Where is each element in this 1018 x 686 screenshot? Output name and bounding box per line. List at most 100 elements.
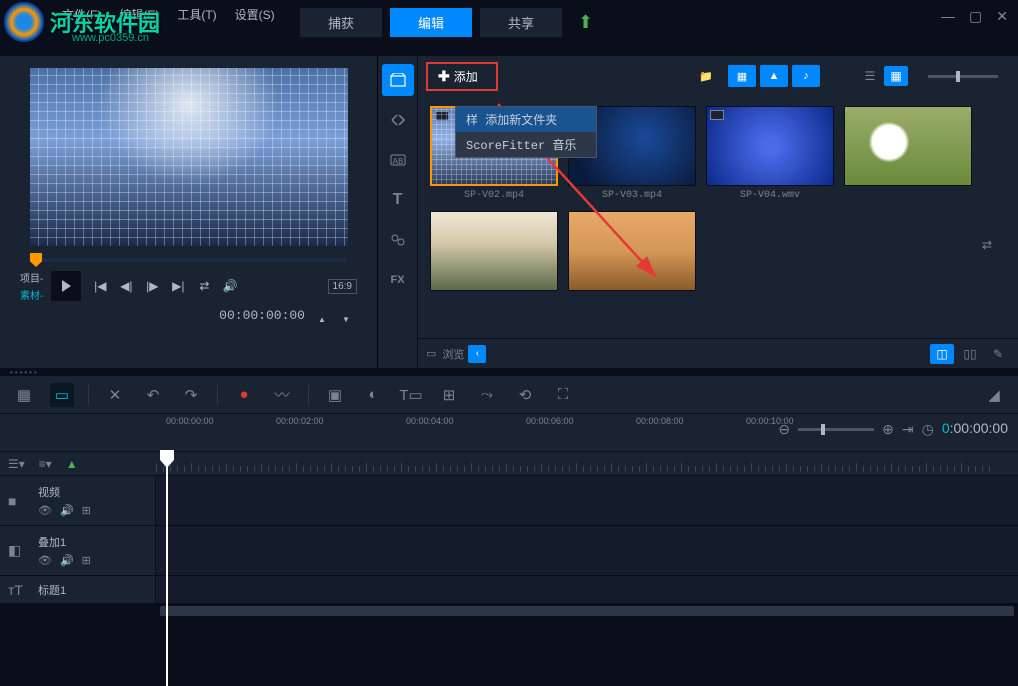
- browse-button[interactable]: ▭ 浏览: [426, 346, 464, 362]
- zoom-in-icon[interactable]: ⊕: [882, 421, 894, 438]
- menu-tools[interactable]: 工具(T): [177, 6, 216, 23]
- tool-6-icon[interactable]: ⟲: [513, 383, 537, 407]
- timeline-view-icon[interactable]: ▭: [50, 383, 74, 407]
- tool-1-icon[interactable]: ▣: [323, 383, 347, 407]
- panel-edit-icon[interactable]: ✎: [986, 344, 1010, 364]
- timecode-up-icon[interactable]: ▲: [311, 308, 333, 330]
- tick-marks: [156, 462, 1018, 472]
- track-header[interactable]: ■ 视频 👁 🔊 ⊞: [0, 476, 156, 525]
- goto-start-icon[interactable]: |◀: [89, 275, 111, 297]
- audio-mixer-icon[interactable]: 〰: [270, 383, 294, 407]
- timecode-down-icon[interactable]: ▼: [335, 308, 357, 330]
- scrubber-thumb-icon[interactable]: [30, 253, 42, 267]
- graphics-tab-icon[interactable]: [382, 224, 414, 256]
- timecode-display[interactable]: 00:00:00:00: [219, 308, 305, 330]
- minimize-icon[interactable]: —: [941, 8, 955, 25]
- dropdown-scorefitter[interactable]: ScoreFitter 音乐: [456, 132, 596, 157]
- media-tab-icon[interactable]: [382, 64, 414, 96]
- tab-capture[interactable]: 捕获: [300, 8, 382, 37]
- add-label: 添加: [454, 68, 478, 85]
- transitions-tab-icon[interactable]: [382, 104, 414, 136]
- next-frame-icon[interactable]: |▶: [141, 275, 163, 297]
- clock-icon[interactable]: ◷: [922, 421, 934, 438]
- filter-audio-icon[interactable]: ♪: [792, 65, 820, 87]
- add-button[interactable]: ✚ 添加: [426, 62, 498, 91]
- grid-view-icon[interactable]: ▦: [884, 66, 908, 86]
- tool-5-icon[interactable]: ⤳: [475, 383, 499, 407]
- track-audio-icon[interactable]: 🔊: [60, 504, 74, 517]
- tool-marker-icon[interactable]: ◢: [982, 383, 1006, 407]
- track-lock-icon[interactable]: ⊞: [82, 554, 91, 567]
- thumbnail-zoom-slider[interactable]: [928, 75, 998, 78]
- track-header[interactable]: ◧ 叠加1 👁 🔊 ⊞: [0, 526, 156, 575]
- storyboard-view-icon[interactable]: ▦: [12, 383, 36, 407]
- tab-share[interactable]: 共享: [480, 8, 562, 37]
- upload-icon[interactable]: ⬆: [578, 12, 593, 33]
- import-folder-icon[interactable]: 📁: [692, 65, 720, 87]
- material-label: 素材-: [20, 287, 43, 302]
- close-icon[interactable]: ✕: [996, 8, 1008, 25]
- panel-toggle-1-icon[interactable]: ◫: [930, 344, 954, 364]
- track-lane[interactable]: [156, 526, 1018, 575]
- tools-icon[interactable]: ✕: [103, 383, 127, 407]
- thumbnail-item[interactable]: SP-V04.wmv: [706, 106, 834, 201]
- mark-range-icon[interactable]: ⇄: [982, 238, 998, 254]
- track-lane[interactable]: [156, 476, 1018, 525]
- text-tab-icon[interactable]: T: [382, 184, 414, 216]
- project-label: 项目-: [20, 270, 43, 285]
- track-menu-2-icon[interactable]: ≡▾: [39, 457, 52, 471]
- thumbnail-label: SP-V02.mp4: [464, 190, 524, 201]
- play-button[interactable]: [51, 271, 81, 301]
- filter-photo-icon[interactable]: ▲: [760, 65, 788, 87]
- list-view-icon[interactable]: ☰: [858, 66, 882, 86]
- filter-video-icon[interactable]: ▦: [728, 65, 756, 87]
- tool-4-icon[interactable]: ⊞: [437, 383, 461, 407]
- main-area: ⇄ 项目- 素材- |◀ ◀| |▶ ▶| ⇄ 🔊 16:9 00:00:00:…: [0, 56, 1018, 368]
- timeline-zoom-controls: ⊖ ⊕ ⇥ ◷ 0:00:00:00: [778, 420, 1008, 438]
- timeline-scrollbar[interactable]: [0, 604, 1018, 618]
- track-lane[interactable]: [156, 576, 1018, 603]
- thumbnail-item[interactable]: [844, 106, 972, 201]
- watermark-url: www.pc0359.cn: [72, 32, 149, 44]
- dropdown-new-folder[interactable]: 样 添加新文件夹: [456, 107, 596, 132]
- timeline-zoom-slider[interactable]: [798, 428, 874, 431]
- goto-end-icon[interactable]: ▶|: [167, 275, 189, 297]
- preview-scrubber[interactable]: [30, 258, 347, 262]
- undo-icon[interactable]: ↶: [141, 383, 165, 407]
- loop-icon[interactable]: ⇄: [193, 275, 215, 297]
- thumbnail-item[interactable]: [430, 211, 558, 291]
- tool-2-icon[interactable]: ◐: [361, 383, 385, 407]
- track-lock-icon[interactable]: ⊞: [82, 504, 91, 517]
- track-menu-1-icon[interactable]: ☰▾: [8, 457, 25, 471]
- volume-icon[interactable]: 🔊: [219, 275, 241, 297]
- zoom-out-icon[interactable]: ⊖: [778, 421, 790, 438]
- panel-divider[interactable]: ••••••: [0, 368, 1018, 376]
- tool-3-icon[interactable]: T▭: [399, 383, 423, 407]
- panel-toggle-2-icon[interactable]: ▯▯: [958, 344, 982, 364]
- thumbnail-item[interactable]: [568, 211, 696, 291]
- redo-icon[interactable]: ↷: [179, 383, 203, 407]
- aspect-ratio-label[interactable]: 16:9: [328, 279, 357, 294]
- tab-edit[interactable]: 编辑: [390, 8, 472, 37]
- prev-frame-icon[interactable]: ◀|: [115, 275, 137, 297]
- track-header-row: ☰▾ ≡▾ ▲: [0, 452, 1018, 476]
- tool-7-icon[interactable]: ⛶: [551, 383, 575, 407]
- preview-screen[interactable]: [30, 68, 348, 246]
- fx-tab-icon[interactable]: FX: [382, 264, 414, 296]
- track-visible-icon[interactable]: 👁: [38, 554, 52, 567]
- collapse-nav-icon[interactable]: ‹: [468, 345, 486, 363]
- clip-type-icon: [710, 110, 724, 120]
- fit-icon[interactable]: ⇥: [902, 421, 914, 438]
- track-visible-icon[interactable]: 👁: [38, 504, 52, 517]
- titles-tab-icon[interactable]: AB: [382, 144, 414, 176]
- track-header[interactable]: ᴛT 标题1: [0, 576, 156, 603]
- disclose-icon[interactable]: ▲: [66, 457, 78, 471]
- clip-type-icon: [435, 111, 449, 121]
- record-icon[interactable]: ●: [232, 383, 256, 407]
- track-audio-icon[interactable]: 🔊: [60, 554, 74, 567]
- zoom-thumb-icon[interactable]: [956, 71, 960, 82]
- timeline-timecode[interactable]: 0:00:00:00: [942, 420, 1008, 438]
- maximize-icon[interactable]: ▢: [969, 8, 982, 25]
- tick-label: 00:00:02:00: [276, 416, 324, 426]
- menu-settings[interactable]: 设置(S): [235, 6, 275, 23]
